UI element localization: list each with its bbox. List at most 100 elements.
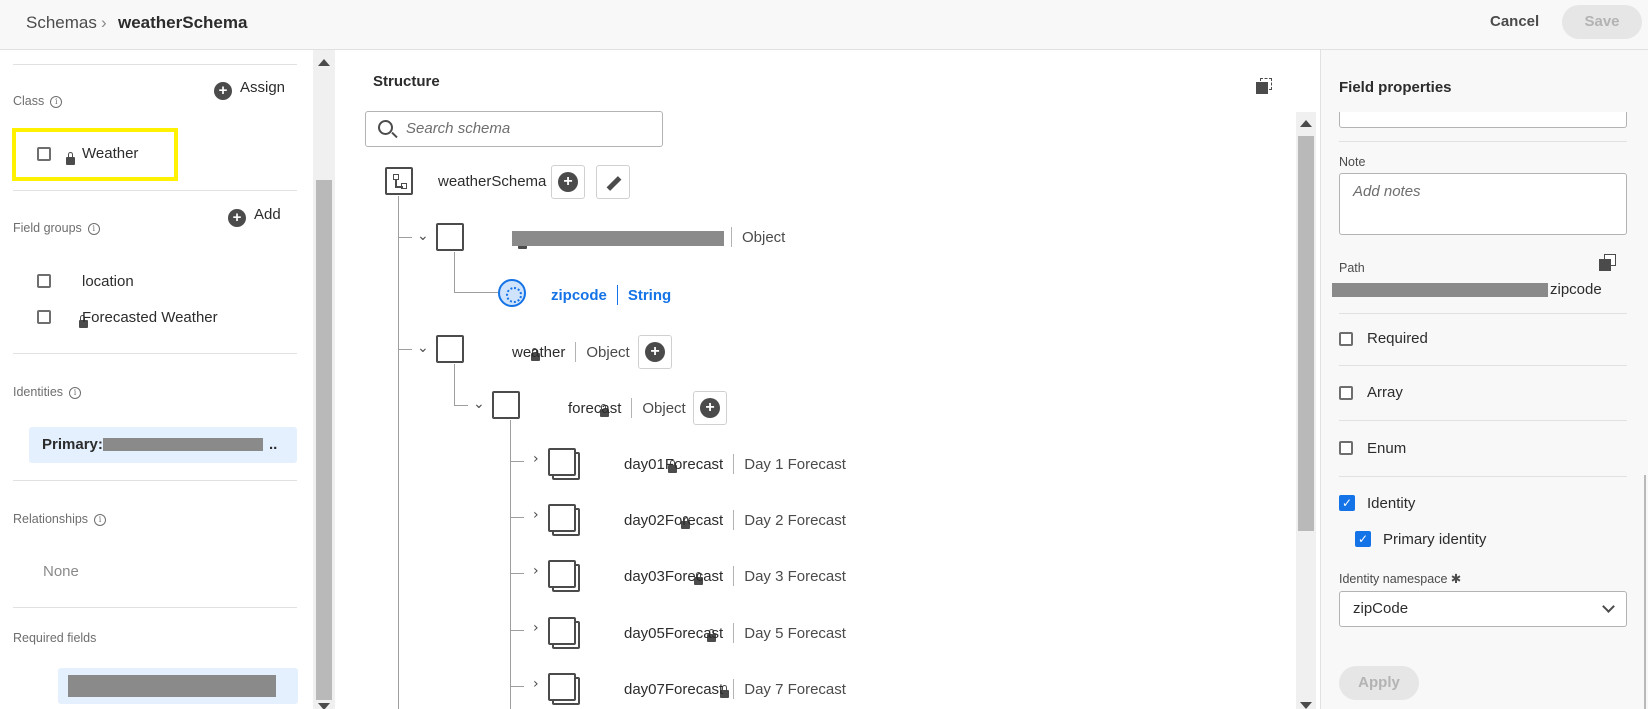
add-field-button[interactable]: + [638, 335, 672, 369]
add-field-group-button[interactable]: + Add [228, 206, 281, 227]
apply-button[interactable]: Apply [1339, 666, 1419, 700]
relationships-none: None [43, 563, 79, 580]
info-icon[interactable]: i [94, 514, 107, 526]
field-group-checkbox[interactable] [37, 310, 51, 324]
edit-button[interactable] [596, 165, 630, 199]
info-icon[interactable]: i [50, 96, 63, 108]
assign-class-button[interactable]: + Assign [214, 79, 285, 100]
left-scrollbar[interactable] [313, 50, 335, 709]
breadcrumb-current: weatherSchema [118, 13, 248, 32]
relationships-section-label: Relationships i [13, 510, 107, 526]
identity-fingerprint-icon [498, 279, 526, 307]
chevron-right-icon[interactable]: › [533, 451, 539, 467]
note-label: Note [1339, 155, 1366, 169]
field-group-forecasted-weather[interactable]: Forecasted Weather [82, 309, 218, 326]
field-group-location[interactable]: location [82, 273, 134, 290]
primary-identity-checkbox[interactable]: ✓ [1355, 531, 1371, 547]
class-checkbox[interactable] [37, 147, 51, 161]
schema-root-name[interactable]: weatherSchema [438, 173, 546, 190]
add-circle-icon: + [645, 342, 665, 362]
day05-forecast-field[interactable]: day05Forecast Day 5 Forecast [624, 623, 846, 643]
class-section-label: Class i [13, 92, 63, 108]
breadcrumb-separator: › [101, 13, 107, 32]
scroll-up-icon[interactable] [1300, 120, 1312, 127]
cancel-button[interactable]: Cancel [1480, 11, 1549, 32]
field-properties-title: Field properties [1339, 79, 1452, 96]
weather-field[interactable]: weather Object [512, 342, 630, 362]
search-schema-input[interactable]: Search schema [365, 111, 663, 147]
primary-identity-label: Primary identity [1383, 531, 1487, 548]
save-button[interactable]: Save [1562, 5, 1642, 39]
divider [13, 353, 297, 354]
object-array-icon [548, 504, 576, 532]
add-circle-icon: + [214, 82, 232, 100]
info-icon[interactable]: i [87, 223, 100, 235]
namespace-value: zipCode [1353, 600, 1409, 617]
structure-panel [336, 50, 1320, 709]
divider [13, 64, 297, 65]
schema-root-icon [385, 167, 413, 195]
structure-scrollbar[interactable] [1296, 112, 1316, 709]
add-field-button[interactable]: + [693, 391, 727, 425]
object-array-icon [548, 448, 576, 476]
identity-prefix: Primary: [42, 436, 103, 453]
add-circle-icon: + [700, 398, 720, 418]
object-icon [436, 335, 464, 363]
right-scrollbar[interactable] [1644, 475, 1646, 709]
identity-checkbox[interactable]: ✓ [1339, 495, 1355, 511]
chevron-down-icon [1602, 600, 1615, 613]
identity-namespace-select[interactable]: zipCode [1339, 591, 1627, 627]
object-array-icon [548, 560, 576, 588]
search-placeholder: Search schema [406, 120, 511, 137]
pencil-icon [606, 176, 622, 191]
chevron-right-icon[interactable]: › [533, 620, 539, 636]
chevron-right-icon[interactable]: › [533, 507, 539, 523]
identity-ellipsis: .. [269, 436, 278, 453]
chevron-down-icon[interactable]: ⌄ [417, 228, 429, 244]
info-icon[interactable]: i [69, 387, 82, 399]
add-circle-icon: + [228, 209, 246, 227]
add-field-button[interactable]: + [551, 165, 585, 199]
note-placeholder: Add notes [1353, 183, 1421, 200]
scroll-down-icon[interactable] [318, 703, 330, 709]
day02-forecast-field[interactable]: day02Forecast Day 2 Forecast [624, 510, 846, 530]
top-bar: Schemas › weatherSchema Cancel Save [0, 0, 1648, 50]
redacted-field-name [512, 231, 724, 246]
required-label: Required [1367, 330, 1428, 347]
breadcrumb-schemas[interactable]: Schemas [26, 13, 97, 33]
day07-forecast-field[interactable]: day07Forecast Day 7 Forecast [624, 679, 846, 699]
day03-forecast-field[interactable]: day03Forecast Day 3 Forecast [624, 566, 846, 586]
identity-label: Identity [1367, 495, 1416, 512]
redacted-value [103, 438, 263, 451]
object-array-icon [548, 673, 576, 701]
chevron-down-icon[interactable]: ⌄ [473, 396, 485, 412]
required-field-pill[interactable] [58, 668, 298, 704]
forecast-field[interactable]: forecast Object [568, 398, 686, 418]
scroll-down-icon[interactable] [1300, 702, 1312, 709]
enum-checkbox[interactable] [1339, 441, 1353, 455]
required-asterisk-icon: ✱ [1450, 572, 1462, 586]
array-checkbox[interactable] [1339, 386, 1353, 400]
note-textarea[interactable]: Add notes [1339, 173, 1627, 235]
required-fields-label: Required fields [13, 631, 97, 645]
field-group-checkbox[interactable] [37, 274, 51, 288]
chevron-right-icon[interactable]: › [533, 563, 539, 579]
day01-forecast-field[interactable]: day01Forecast Day 1 Forecast [624, 454, 846, 474]
scroll-thumb[interactable] [316, 180, 332, 700]
zipcode-field[interactable]: zipcode String [551, 285, 671, 305]
chevron-right-icon[interactable]: › [533, 676, 539, 692]
primary-identity-pill[interactable]: Primary: .. [29, 427, 297, 463]
object-type: Object [731, 227, 785, 247]
scroll-thumb[interactable] [1298, 136, 1314, 531]
chevron-down-icon[interactable]: ⌄ [417, 340, 429, 356]
copy-icon[interactable] [1599, 254, 1617, 272]
add-circle-icon: + [558, 172, 578, 192]
class-item-weather[interactable]: Weather [82, 145, 138, 162]
structure-title: Structure [373, 73, 440, 90]
scroll-up-icon[interactable] [318, 59, 330, 66]
divider [13, 480, 297, 481]
array-label: Array [1367, 384, 1403, 401]
enum-label: Enum [1367, 440, 1407, 457]
required-checkbox[interactable] [1339, 332, 1353, 346]
description-textarea[interactable] [1339, 112, 1627, 128]
